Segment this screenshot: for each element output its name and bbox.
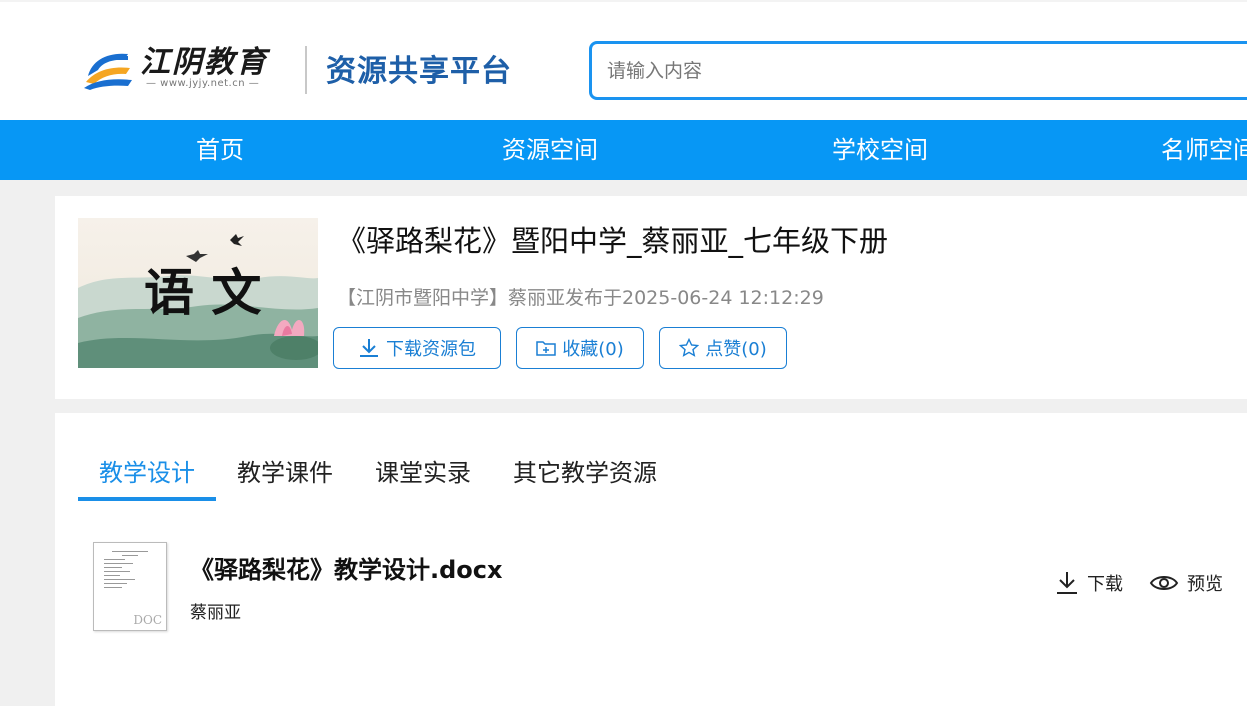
search-input[interactable] xyxy=(592,44,1247,97)
tab-other-resources[interactable]: 其它教学资源 xyxy=(513,453,657,488)
active-tab-underline xyxy=(78,497,216,501)
download-icon xyxy=(360,339,378,357)
download-package-label: 下载资源包 xyxy=(386,339,476,360)
download-icon xyxy=(1057,572,1077,594)
file-name[interactable]: 《驿路梨花》教学设计.docx xyxy=(190,550,503,585)
site-logo[interactable]: 江阴教育 — www.jyjy.net.cn — xyxy=(82,46,268,90)
logo-divider xyxy=(305,46,307,94)
file-preview-label: 预览 xyxy=(1187,574,1223,595)
resource-meta: 【江阴市暨阳中学】蔡丽亚发布于2025-06-24 12:12:29 xyxy=(337,287,824,309)
tab-teaching-courseware[interactable]: 教学课件 xyxy=(237,453,333,488)
collect-button[interactable]: 收藏(0) xyxy=(516,327,644,369)
file-preview-button[interactable]: 预览 xyxy=(1149,570,1223,596)
collect-label: 收藏(0) xyxy=(562,339,624,360)
eye-icon xyxy=(1149,576,1179,590)
resource-title: 《驿路梨花》暨阳中学_蔡丽亚_七年级下册 xyxy=(337,224,889,258)
doc-file-icon: DOC xyxy=(93,542,167,631)
resource-files-panel: 教学设计 教学课件 课堂实录 其它教学资源 DOC 《驿路梨花》教学设计.doc… xyxy=(55,413,1247,706)
nav-item-home[interactable]: 首页 xyxy=(196,120,244,180)
star-icon xyxy=(679,338,700,357)
nav-item-school-space[interactable]: 学校空间 xyxy=(832,120,928,180)
folder-plus-icon xyxy=(536,341,556,356)
main-nav: 首页 资源空间 学校空间 名师空间 xyxy=(0,120,1247,180)
search-box[interactable] xyxy=(589,41,1247,100)
file-download-button[interactable]: 下载 xyxy=(1055,570,1123,596)
logo-e-icon xyxy=(82,46,136,90)
tab-class-record[interactable]: 课堂实录 xyxy=(375,453,471,488)
tab-teaching-design[interactable]: 教学设计 xyxy=(99,453,195,488)
platform-name: 资源共享平台 xyxy=(326,54,512,89)
thumbnail-subject-text: 语 文 xyxy=(144,263,261,322)
download-package-button[interactable]: 下载资源包 xyxy=(333,327,501,369)
file-download-label: 下载 xyxy=(1087,574,1123,595)
nav-item-teacher-space[interactable]: 名师空间 xyxy=(1161,120,1247,180)
logo-title: 江阴教育 xyxy=(140,45,268,80)
nav-item-resource-space[interactable]: 资源空间 xyxy=(502,120,598,180)
logo-url: — www.jyjy.net.cn — xyxy=(146,78,260,89)
resource-card: 语 文 《驿路梨花》暨阳中学_蔡丽亚_七年级下册 【江阴市暨阳中学】蔡丽亚发布于… xyxy=(55,196,1247,399)
site-header: 江阴教育 — www.jyjy.net.cn — 资源共享平台 xyxy=(0,0,1247,120)
resource-thumbnail: 语 文 xyxy=(78,218,318,368)
like-label: 点赞(0) xyxy=(705,339,767,360)
file-type-label: DOC xyxy=(133,613,162,627)
like-button[interactable]: 点赞(0) xyxy=(659,327,787,369)
file-author: 蔡丽亚 xyxy=(190,603,241,623)
